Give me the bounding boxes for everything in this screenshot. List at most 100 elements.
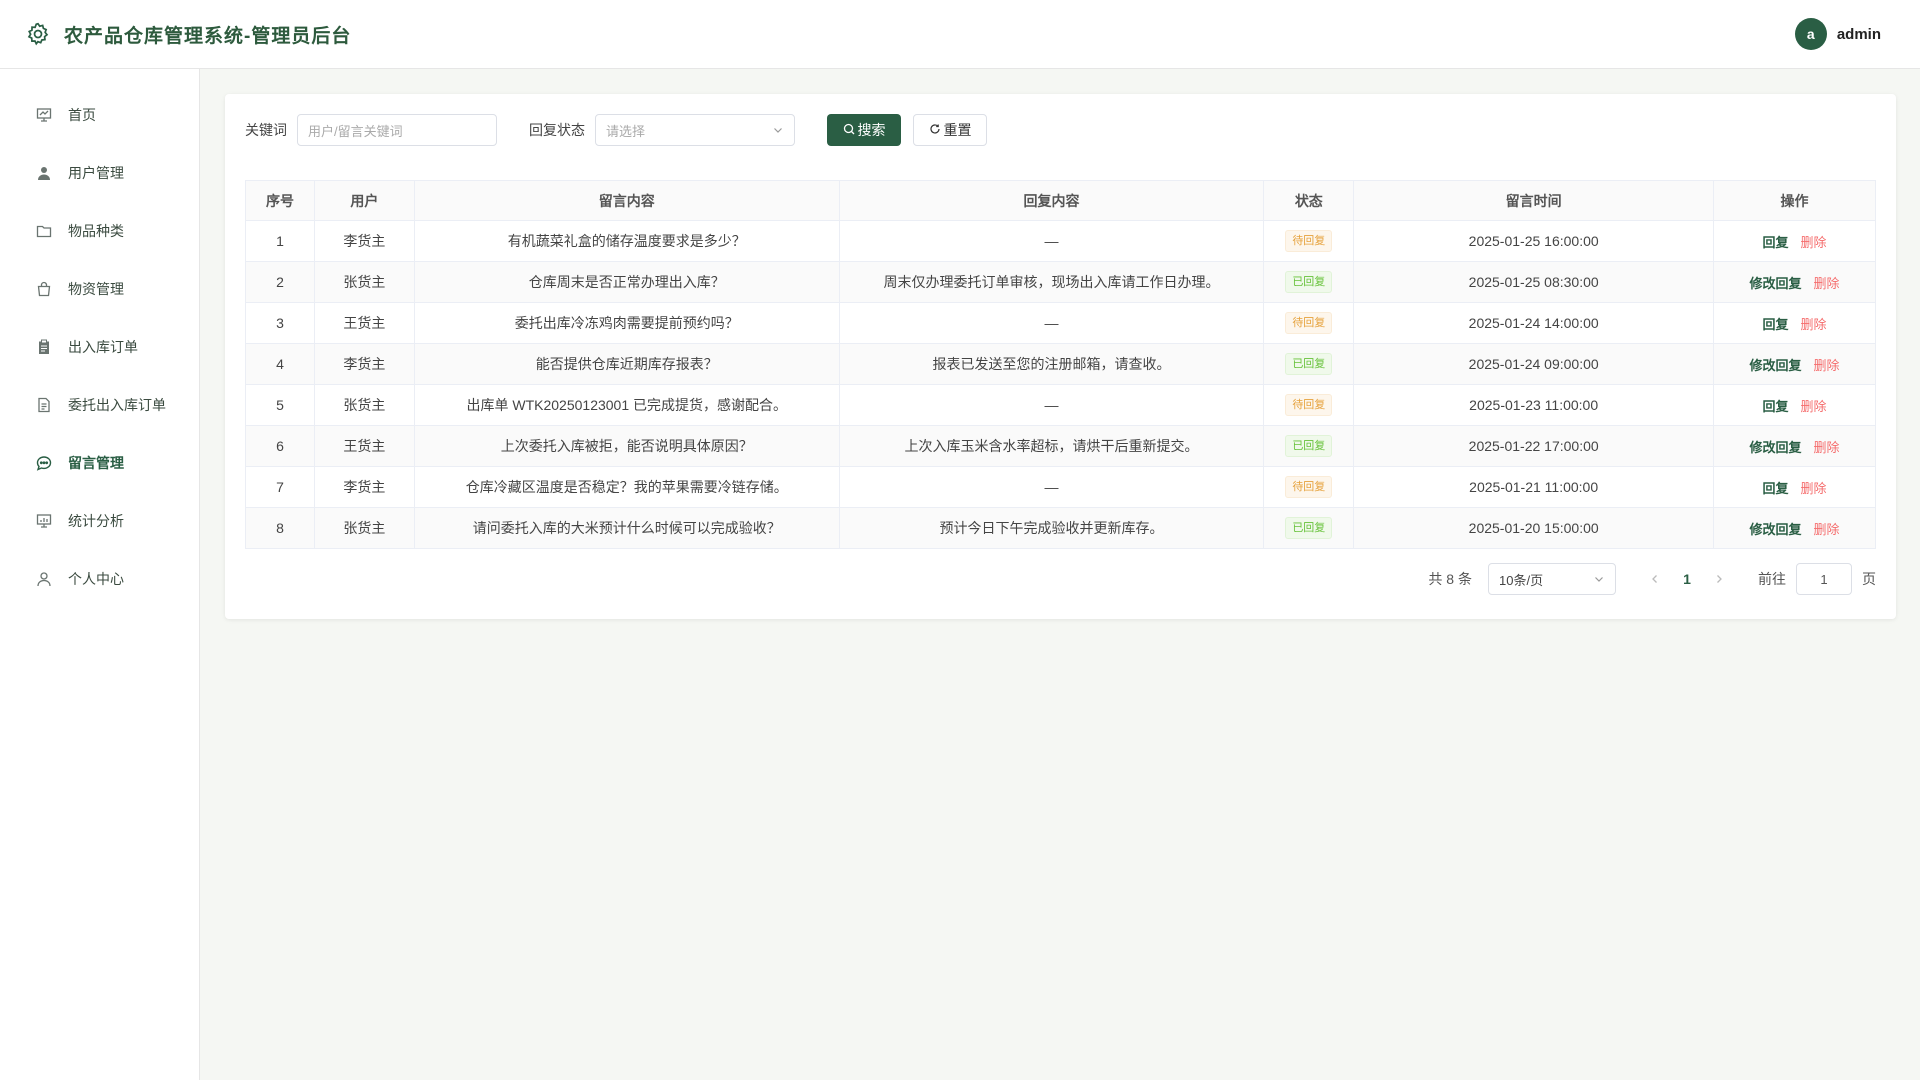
next-page-button[interactable] (1704, 574, 1734, 584)
delete-button[interactable]: 删除 (1814, 358, 1840, 373)
cell-actions: 修改回复 删除 (1713, 343, 1876, 385)
user-menu[interactable]: a admin (1794, 18, 1881, 50)
table-row: 3 王货主 委托出库冷冻鸡肉需要提前预约吗？ — 待回复 2025-01-24 … (245, 302, 1876, 344)
sidebar-item-statistics[interactable]: 统计分析 (0, 492, 199, 550)
status-select[interactable]: 请选择 (595, 114, 795, 146)
cell-user: 张货主 (313, 261, 415, 303)
column-header: 回复内容 (838, 180, 1265, 221)
bag-icon (35, 280, 53, 298)
status-badge: 待回复 (1285, 230, 1333, 252)
sidebar-item-label: 个人中心 (68, 571, 124, 587)
delete-button[interactable]: 删除 (1814, 522, 1840, 537)
cell-reply: 周末仅办理委托订单审核，现场出入库请工作日办理。 (838, 261, 1265, 303)
table-row: 8 张货主 请问委托入库的大米预计什么时候可以完成验收？ 预计今日下午完成验收并… (245, 507, 1876, 549)
clipboard-icon (35, 338, 53, 356)
cell-actions: 回复 删除 (1713, 384, 1876, 426)
delete-button[interactable]: 删除 (1801, 235, 1827, 250)
sidebar-item-profile[interactable]: 个人中心 (0, 550, 199, 608)
sidebar-item-materials[interactable]: 物资管理 (0, 260, 199, 318)
sidebar-item-messages[interactable]: 留言管理 (0, 434, 199, 492)
delete-button[interactable]: 删除 (1801, 399, 1827, 414)
cell-user: 李货主 (313, 343, 415, 385)
status-badge: 已回复 (1285, 435, 1333, 457)
cell-status: 待回复 (1263, 220, 1355, 262)
reply-button[interactable]: 回复 (1763, 317, 1789, 332)
cell-time: 2025-01-20 15:00:00 (1353, 507, 1715, 549)
cell-no: 2 (245, 261, 315, 303)
sidebar-item-label: 出入库订单 (68, 339, 138, 355)
user-icon (35, 164, 53, 182)
page-number-current[interactable]: 1 (1670, 571, 1704, 587)
search-icon (843, 122, 858, 138)
goto-page-input[interactable]: 1 (1796, 563, 1852, 595)
cell-no: 4 (245, 343, 315, 385)
page-unit-label: 页 (1862, 571, 1876, 587)
sidebar-item-categories[interactable]: 物品种类 (0, 202, 199, 260)
sidebar-item-entrusted-orders[interactable]: 委托出入库订单 (0, 376, 199, 434)
cell-message: 委托出库冷冻鸡肉需要提前预约吗？ (413, 302, 840, 344)
column-header: 序号 (245, 180, 315, 221)
cell-time: 2025-01-23 11:00:00 (1353, 384, 1715, 426)
cell-status: 已回复 (1263, 343, 1355, 385)
cell-actions: 修改回复 删除 (1713, 261, 1876, 303)
cell-no: 1 (245, 220, 315, 262)
column-header: 操作 (1713, 180, 1876, 221)
cell-status: 待回复 (1263, 466, 1355, 508)
delete-button[interactable]: 删除 (1814, 440, 1840, 455)
prev-page-button[interactable] (1640, 574, 1670, 584)
table-row: 4 李货主 能否提供仓库近期库存报表？ 报表已发送至您的注册邮箱，请查收。 已回… (245, 343, 1876, 385)
edit-reply-button[interactable]: 修改回复 (1750, 276, 1802, 291)
table-row: 7 李货主 仓库冷藏区温度是否稳定？我的苹果需要冷链存储。 — 待回复 2025… (245, 466, 1876, 508)
pagination: 共 8 条 10条/页 1 前往 1 页 (1428, 563, 1876, 595)
cell-actions: 回复 删除 (1713, 302, 1876, 344)
sidebar-item-label: 首页 (68, 107, 96, 123)
sidebar-item-label: 用户管理 (68, 165, 124, 181)
username[interactable]: admin (1837, 26, 1881, 43)
column-header: 用户 (313, 180, 415, 221)
delete-button[interactable]: 删除 (1801, 317, 1827, 332)
page-size-select[interactable]: 10条/页 (1488, 563, 1616, 595)
cell-message: 能否提供仓库近期库存报表？ (413, 343, 840, 385)
cell-message: 仓库冷藏区温度是否稳定？我的苹果需要冷链存储。 (413, 466, 840, 508)
edit-reply-button[interactable]: 修改回复 (1750, 440, 1802, 455)
cell-user: 张货主 (313, 384, 415, 426)
sidebar-item-home[interactable]: 首页 (0, 86, 199, 144)
sidebar-item-label: 留言管理 (68, 455, 124, 471)
sidebar-item-label: 物资管理 (68, 281, 124, 297)
delete-button[interactable]: 删除 (1814, 276, 1840, 291)
cell-time: 2025-01-24 09:00:00 (1353, 343, 1715, 385)
sidebar-item-orders[interactable]: 出入库订单 (0, 318, 199, 376)
cell-status: 待回复 (1263, 384, 1355, 426)
cell-message: 请问委托入库的大米预计什么时候可以完成验收？ (413, 507, 840, 549)
edit-reply-button[interactable]: 修改回复 (1750, 522, 1802, 537)
cell-user: 李货主 (313, 466, 415, 508)
sidebar-item-users[interactable]: 用户管理 (0, 144, 199, 202)
cell-no: 7 (245, 466, 315, 508)
status-placeholder: 请选择 (606, 123, 646, 139)
cell-reply: 预计今日下午完成验收并更新库存。 (838, 507, 1265, 549)
cell-actions: 回复 删除 (1713, 466, 1876, 508)
cell-user: 王货主 (313, 302, 415, 344)
cell-time: 2025-01-22 17:00:00 (1353, 425, 1715, 467)
status-badge: 待回复 (1285, 476, 1333, 498)
status-badge: 已回复 (1285, 353, 1333, 375)
edit-reply-button[interactable]: 修改回复 (1750, 358, 1802, 373)
sidebar-item-label: 委托出入库订单 (68, 397, 166, 413)
status-label: 回复状态 (529, 122, 585, 138)
reset-button[interactable]: 重置 (913, 114, 987, 146)
keyword-input[interactable]: 用户/留言关键词 (297, 114, 497, 146)
reply-button[interactable]: 回复 (1763, 235, 1789, 250)
search-button[interactable]: 搜索 (827, 114, 901, 146)
reply-button[interactable]: 回复 (1763, 481, 1789, 496)
cell-no: 8 (245, 507, 315, 549)
cell-user: 王货主 (313, 425, 415, 467)
avatar[interactable]: a (1794, 18, 1827, 50)
person-icon (35, 570, 53, 588)
delete-button[interactable]: 删除 (1801, 481, 1827, 496)
cell-time: 2025-01-25 16:00:00 (1353, 220, 1715, 262)
app-title: 农产品仓库管理系统-管理员后台 (64, 25, 352, 47)
reply-button[interactable]: 回复 (1763, 399, 1789, 414)
status-badge: 已回复 (1285, 517, 1333, 539)
column-header: 留言时间 (1353, 180, 1715, 221)
presentation-icon (35, 106, 53, 124)
